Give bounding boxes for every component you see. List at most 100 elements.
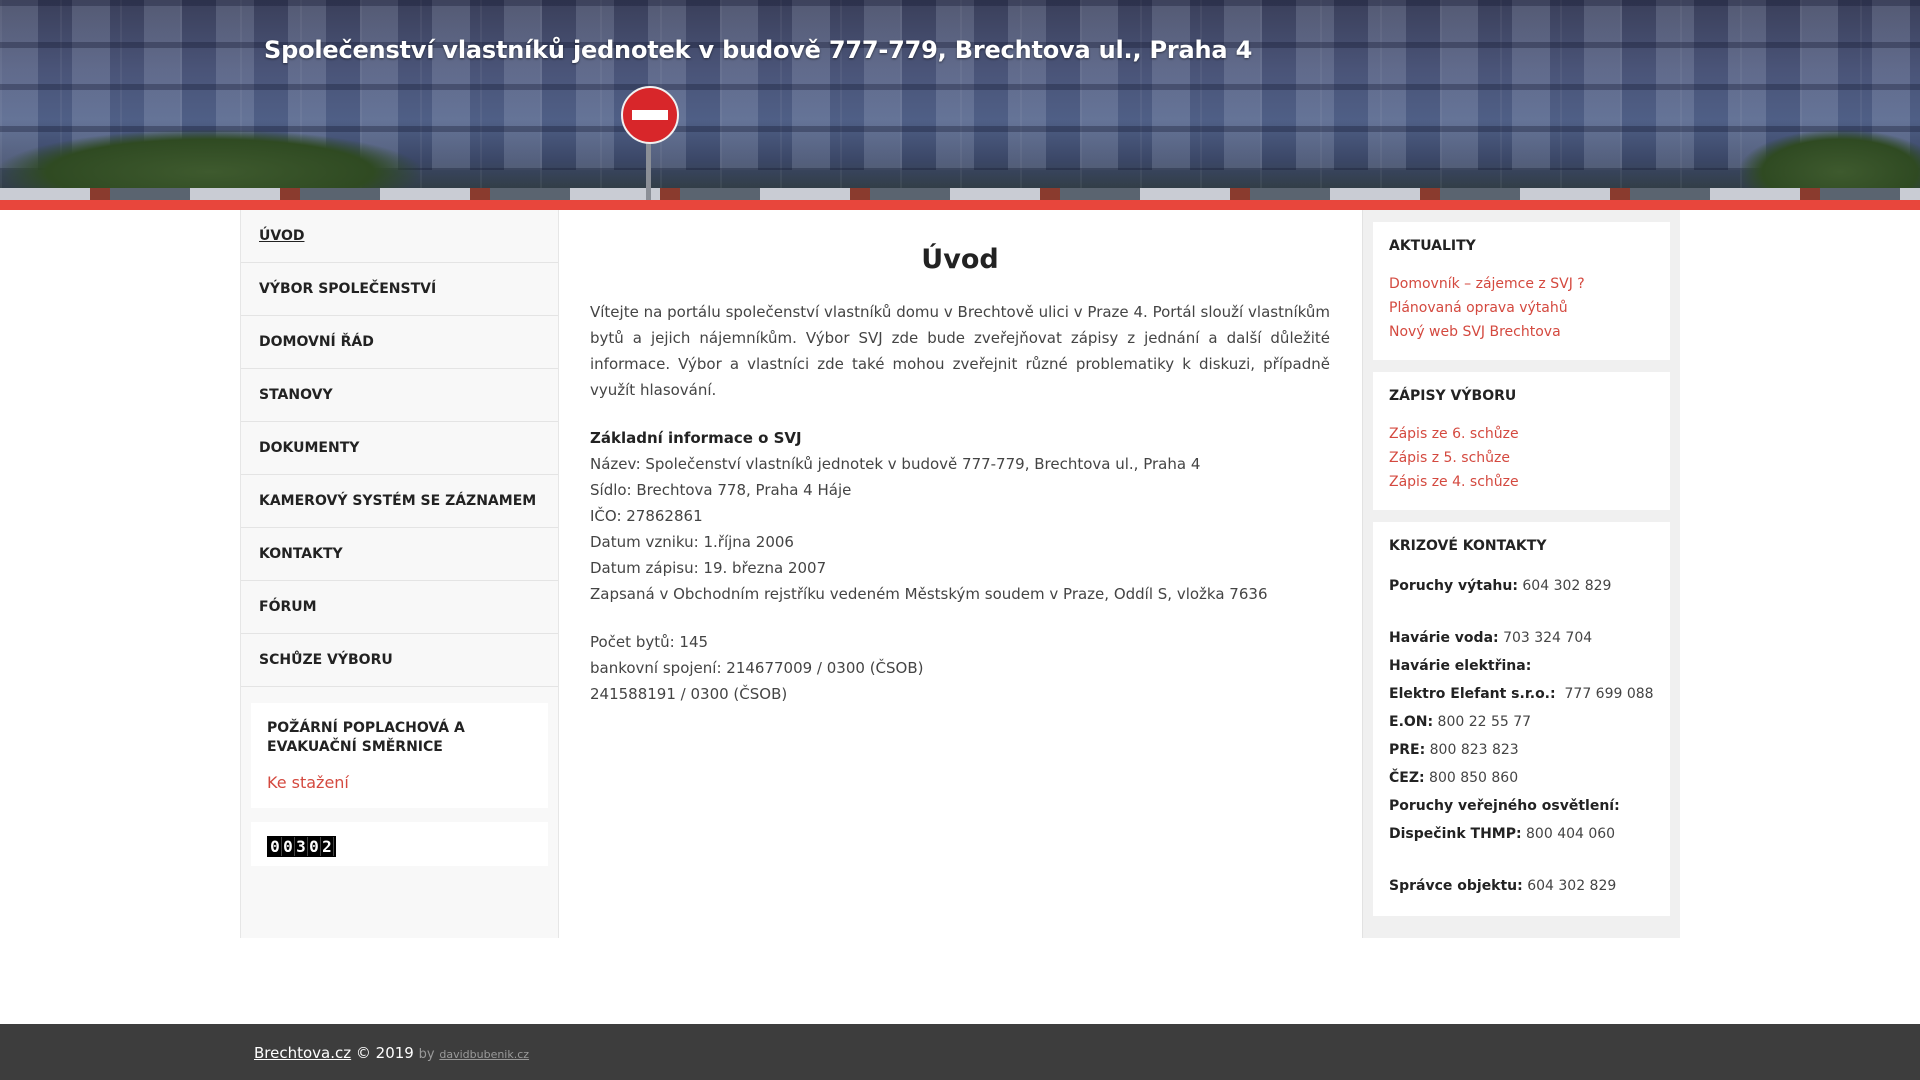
widget-title: POŽÁRNÍ POPLACHOVÁ A EVAKUAČNÍ SMĚRNICE — [267, 720, 465, 755]
footer-copyright: © 2019 — [351, 1044, 419, 1062]
info-line: Název: Společenství vlastníků jednotek v… — [590, 455, 1201, 473]
counter-digit: 3 — [295, 837, 308, 856]
nav-item-kamerovy-system[interactable]: KAMEROVÝ SYSTÉM SE ZÁZNAMEM — [241, 475, 558, 528]
nav-item-kontakty[interactable]: KONTAKTY — [241, 528, 558, 581]
info-line: Sídlo: Brechtova 778, Praha 4 Háje — [590, 481, 852, 499]
nav-item-label: VÝBOR SPOLEČENSTVÍ — [259, 281, 437, 297]
nav-item-dokumenty[interactable]: DOKUMENTY — [241, 422, 558, 475]
footer: Brechtova.cz © 2019 by davidbubenik.cz — [0, 1024, 1920, 1080]
fire-directive-widget: POŽÁRNÍ POPLACHOVÁ A EVAKUAČNÍ SMĚRNICE … — [251, 703, 548, 808]
nav-item-domovni-rad[interactable]: DOMOVNÍ ŘÁD — [241, 316, 558, 369]
info-line: Datum vzniku: 1.října 2006 — [590, 533, 794, 551]
contact-label: PRE: — [1389, 742, 1426, 758]
svj-extra-block: Počet bytů: 145 bankovní spojení: 214677… — [590, 629, 1330, 707]
nav-item-label: KONTAKTY — [259, 546, 343, 562]
nav-item-vybor[interactable]: VÝBOR SPOLEČENSTVÍ — [241, 263, 558, 316]
contact-label: Dispečink THMP: — [1389, 826, 1522, 842]
contact-value: 800 823 823 — [1425, 742, 1519, 758]
contact-spacer — [1389, 848, 1654, 872]
counter-digit: 0 — [269, 837, 282, 856]
sign-pole — [646, 140, 651, 200]
contact-value: 777 699 088 — [1555, 686, 1654, 702]
contact-label: Havárie elektřina: — [1389, 658, 1532, 674]
news-link[interactable]: Nový web SVJ Brechtova — [1389, 320, 1654, 344]
left-sidebar: ÚVOD VÝBOR SPOLEČENSTVÍ DOMOVNÍ ŘÁD STAN… — [240, 210, 559, 938]
nav-item-label: FÓRUM — [259, 599, 317, 615]
intro-paragraph: Vítejte na portálu společenství vlastník… — [590, 303, 1330, 399]
right-sidebar: AKTUALITY Domovník – zájemce z SVJ ? Plá… — [1362, 210, 1680, 938]
info-heading: Základní informace o SVJ — [590, 429, 802, 447]
contact-label: Poruchy výtahu: — [1389, 578, 1518, 594]
info-line: bankovní spojení: 214677009 / 0300 (ČSOB… — [590, 659, 924, 677]
counter-digit: 0 — [282, 837, 295, 856]
nav-item-schuze-vyboru[interactable]: SCHŮZE VÝBORU — [241, 634, 558, 687]
info-line: Datum zápisu: 19. března 2007 — [590, 559, 827, 577]
contact-value: 703 324 704 — [1498, 630, 1593, 646]
site-title[interactable]: Společenství vlastníků jednotek v budově… — [264, 36, 1252, 64]
contact-label: ČEZ: — [1389, 770, 1425, 786]
contact-line: Havárie voda: 703 324 704 — [1389, 624, 1654, 652]
nav-item-stanovy[interactable]: STANOVY — [241, 369, 558, 422]
contact-value: 604 302 829 — [1517, 578, 1612, 594]
nav-item-uvod[interactable]: ÚVOD — [241, 210, 558, 263]
main-nav: ÚVOD VÝBOR SPOLEČENSTVÍ DOMOVNÍ ŘÁD STAN… — [241, 210, 558, 687]
visitor-counter-widget: 0 0 3 0 2 — [251, 822, 548, 866]
header-banner: Společenství vlastníků jednotek v budově… — [0, 0, 1920, 200]
contact-value: 604 302 829 — [1522, 878, 1617, 894]
info-line: IČO: 27862861 — [590, 507, 703, 525]
news-link[interactable]: Plánovaná oprava výtahů — [1389, 296, 1654, 320]
widget-title: ZÁPISY VÝBORU — [1389, 388, 1517, 404]
contact-line: PRE: 800 823 823 — [1389, 736, 1654, 764]
zapisy-widget: ZÁPISY VÝBORU Zápis ze 6. schůze Zápis z… — [1373, 372, 1670, 510]
info-line: 241588191 / 0300 (ČSOB) — [590, 685, 788, 703]
news-link[interactable]: Domovník – zájemce z SVJ ? — [1389, 272, 1654, 296]
contact-label: Havárie voda: — [1389, 630, 1499, 646]
nav-item-label: ÚVOD — [259, 228, 305, 244]
minutes-link[interactable]: Zápis ze 6. schůze — [1389, 422, 1654, 446]
page-title: Úvod — [921, 244, 999, 275]
footer-text: Brechtova.cz © 2019 by davidbubenik.cz — [254, 1044, 529, 1062]
contact-label: Elektro Elefant s.r.o.: — [1389, 686, 1556, 702]
banner-parked-cars — [0, 188, 1920, 200]
footer-by: by — [418, 1047, 435, 1062]
contact-spacer — [1389, 600, 1654, 624]
counter-digit: 2 — [321, 837, 334, 856]
info-line: Zapsaná v Obchodním rejstříku vedeném Mě… — [590, 585, 1268, 603]
download-link[interactable]: Ke stažení — [267, 773, 349, 792]
nav-item-forum[interactable]: FÓRUM — [241, 581, 558, 634]
info-line: Počet bytů: 145 — [590, 633, 709, 651]
no-entry-sign-icon — [621, 86, 679, 144]
widget-title: KRIZOVÉ KONTAKTY — [1389, 538, 1547, 554]
krizove-kontakty-widget: KRIZOVÉ KONTAKTY Poruchy výtahu: 604 302… — [1373, 522, 1670, 916]
contact-line: Poruchy výtahu: 604 302 829 — [1389, 572, 1654, 600]
footer-brand-link[interactable]: Brechtova.cz — [254, 1044, 351, 1062]
visitor-counter: 0 0 3 0 2 — [267, 836, 336, 857]
widget-title: AKTUALITY — [1389, 238, 1476, 254]
accent-bar — [0, 200, 1920, 210]
nav-item-label: STANOVY — [259, 387, 333, 403]
main-content: Úvod Vítejte na portálu společenství vla… — [590, 210, 1330, 707]
contact-value: 800 22 55 77 — [1433, 714, 1532, 730]
contact-line: Dispečink THMP: 800 404 060 — [1389, 820, 1654, 848]
contact-label: E.ON: — [1389, 714, 1434, 730]
contact-line: Elektro Elefant s.r.o.: 777 699 088 — [1389, 680, 1654, 708]
minutes-link[interactable]: Zápis ze 4. schůze — [1389, 470, 1654, 494]
contact-value: 800 404 060 — [1521, 826, 1616, 842]
contact-line: E.ON: 800 22 55 77 — [1389, 708, 1654, 736]
contact-line: Havárie elektřina: — [1389, 652, 1654, 680]
nav-item-label: SCHŮZE VÝBORU — [259, 652, 393, 668]
aktuality-widget: AKTUALITY Domovník – zájemce z SVJ ? Plá… — [1373, 222, 1670, 360]
counter-digit: 0 — [308, 837, 321, 856]
svj-info-block: Základní informace o SVJ Název: Společen… — [590, 425, 1330, 607]
contact-line: Poruchy veřejného osvětlení: — [1389, 792, 1654, 820]
minutes-link[interactable]: Zápis z 5. schůze — [1389, 446, 1654, 470]
contact-value: 800 850 860 — [1424, 770, 1519, 786]
nav-item-label: DOMOVNÍ ŘÁD — [259, 334, 374, 350]
nav-item-label: DOKUMENTY — [259, 440, 360, 456]
footer-author-link[interactable]: davidbubenik.cz — [439, 1048, 529, 1061]
nav-item-label: KAMEROVÝ SYSTÉM SE ZÁZNAMEM — [259, 493, 537, 509]
contact-label: Poruchy veřejného osvětlení: — [1389, 798, 1620, 814]
contact-line: Správce objektu: 604 302 829 — [1389, 872, 1654, 900]
contact-line: ČEZ: 800 850 860 — [1389, 764, 1654, 792]
contact-label: Správce objektu: — [1389, 878, 1523, 894]
